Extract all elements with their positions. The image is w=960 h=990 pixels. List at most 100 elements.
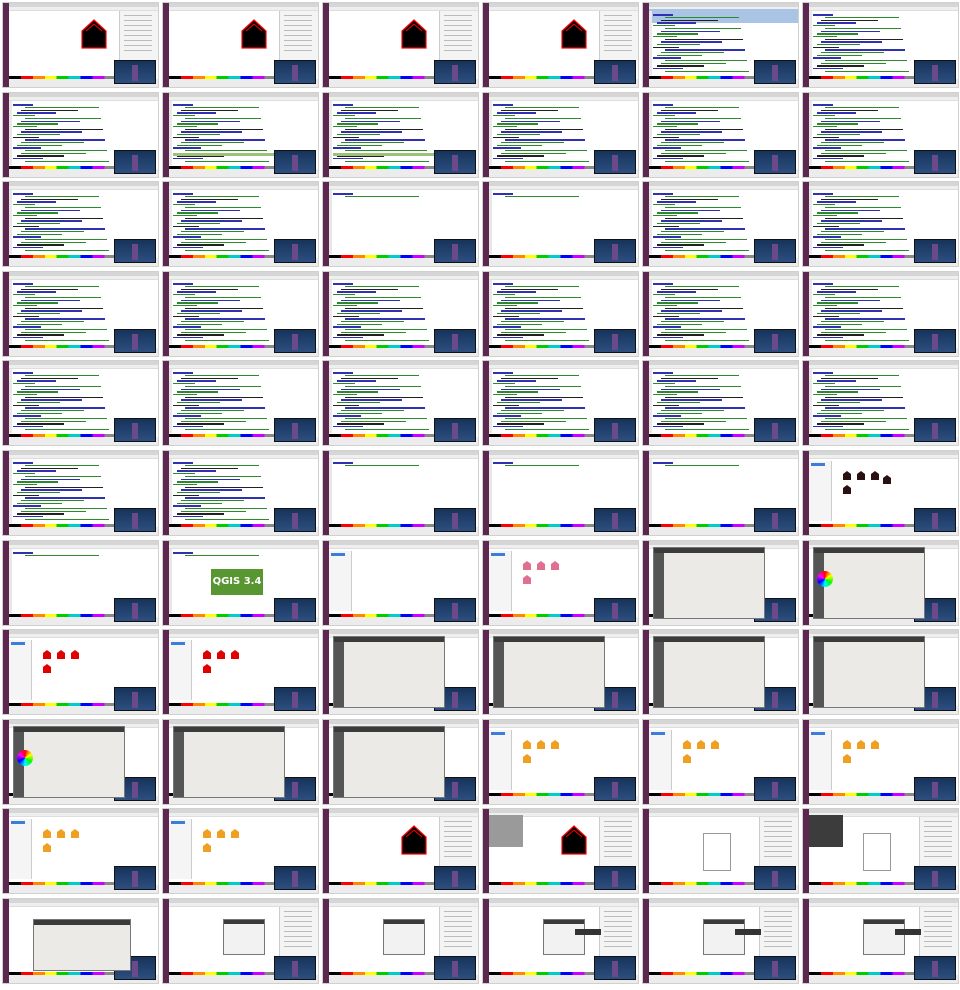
screenshot-thumbnail[interactable] xyxy=(802,181,959,267)
code-editor[interactable] xyxy=(653,192,754,252)
symbol-selector-dialog[interactable] xyxy=(653,547,765,619)
code-editor[interactable] xyxy=(813,371,914,431)
layers-panel[interactable] xyxy=(809,461,832,521)
menu-bar[interactable] xyxy=(169,634,318,638)
screenshot-thumbnail[interactable] xyxy=(162,2,319,88)
code-editor[interactable] xyxy=(493,461,594,521)
menu-bar[interactable] xyxy=(9,276,158,280)
screenshot-thumbnail[interactable] xyxy=(322,181,479,267)
context-menu[interactable] xyxy=(489,815,523,847)
menu-bar[interactable] xyxy=(649,455,798,459)
screenshot-thumbnail[interactable] xyxy=(162,271,319,357)
screenshot-thumbnail[interactable] xyxy=(802,898,959,984)
code-editor[interactable] xyxy=(13,192,114,252)
menu-bar[interactable] xyxy=(9,545,158,549)
code-editor[interactable] xyxy=(653,103,754,163)
code-editor[interactable] xyxy=(13,282,114,342)
code-editor[interactable] xyxy=(653,13,754,73)
screenshot-thumbnail[interactable] xyxy=(482,450,639,536)
symbol-selector-dialog[interactable] xyxy=(493,636,605,708)
menu-bar[interactable] xyxy=(809,7,958,11)
menu-bar[interactable] xyxy=(489,724,638,728)
preferences-dialog[interactable] xyxy=(383,919,425,955)
menu-bar[interactable] xyxy=(169,813,318,817)
launcher-bar[interactable] xyxy=(643,899,649,983)
menu-bar[interactable] xyxy=(169,97,318,101)
screenshot-thumbnail[interactable] xyxy=(322,808,479,894)
screenshot-thumbnail[interactable] xyxy=(642,808,799,894)
menu-bar[interactable] xyxy=(649,365,798,369)
menu-bar[interactable] xyxy=(489,455,638,459)
menu-bar[interactable] xyxy=(9,455,158,459)
dialog-sidebar[interactable] xyxy=(494,642,504,707)
menu-bar[interactable] xyxy=(9,634,158,638)
code-editor[interactable] xyxy=(13,461,114,521)
preferences-dialog[interactable] xyxy=(863,919,905,955)
screenshot-thumbnail[interactable] xyxy=(322,629,479,715)
code-editor[interactable] xyxy=(653,371,754,431)
dialog-sidebar[interactable] xyxy=(814,642,824,707)
dialog-sidebar[interactable] xyxy=(334,732,344,797)
dialog-sidebar[interactable] xyxy=(174,732,184,797)
launcher-bar[interactable] xyxy=(3,3,9,87)
screenshot-thumbnail[interactable] xyxy=(482,92,639,178)
color-wheel-icon[interactable] xyxy=(817,571,833,587)
color-wheel-icon[interactable] xyxy=(17,750,33,766)
symbol-selector-dialog[interactable] xyxy=(653,636,765,708)
screenshot-thumbnail[interactable] xyxy=(2,898,159,984)
code-editor[interactable] xyxy=(653,282,754,342)
menu-bar[interactable] xyxy=(809,276,958,280)
screenshot-thumbnail[interactable] xyxy=(2,92,159,178)
screenshot-thumbnail[interactable] xyxy=(162,629,319,715)
screenshot-thumbnail[interactable] xyxy=(642,181,799,267)
screenshot-thumbnail[interactable] xyxy=(162,92,319,178)
code-editor[interactable] xyxy=(493,282,594,342)
screenshot-thumbnail[interactable] xyxy=(322,450,479,536)
menu-bar[interactable] xyxy=(489,97,638,101)
launcher-bar[interactable] xyxy=(3,720,9,804)
screenshot-thumbnail[interactable] xyxy=(802,92,959,178)
screenshot-thumbnail[interactable] xyxy=(2,181,159,267)
menu-bar[interactable] xyxy=(329,545,478,549)
screenshot-thumbnail[interactable] xyxy=(482,808,639,894)
screenshot-thumbnail[interactable] xyxy=(162,719,319,805)
code-editor[interactable] xyxy=(813,192,914,252)
launcher-bar[interactable] xyxy=(323,3,329,87)
menu-bar[interactable] xyxy=(169,545,318,549)
code-editor[interactable] xyxy=(813,13,914,73)
dropdown-menu[interactable] xyxy=(809,815,843,847)
layers-panel[interactable] xyxy=(9,819,32,879)
menu-bar[interactable] xyxy=(329,97,478,101)
menu-bar[interactable] xyxy=(169,276,318,280)
screenshot-thumbnail[interactable] xyxy=(322,92,479,178)
screenshot-thumbnail[interactable] xyxy=(482,181,639,267)
menu-bar[interactable] xyxy=(169,186,318,190)
code-editor[interactable] xyxy=(333,192,434,252)
screenshot-thumbnail[interactable] xyxy=(322,540,479,626)
code-editor[interactable] xyxy=(493,192,594,252)
launcher-bar[interactable] xyxy=(643,809,649,893)
menu-bar[interactable] xyxy=(489,276,638,280)
menu-bar[interactable] xyxy=(9,813,158,817)
screenshot-thumbnail[interactable] xyxy=(2,2,159,88)
screenshot-thumbnail[interactable] xyxy=(322,2,479,88)
screenshot-thumbnail[interactable] xyxy=(482,271,639,357)
screenshot-thumbnail[interactable] xyxy=(802,2,959,88)
layers-panel[interactable] xyxy=(489,551,512,611)
menu-bar[interactable] xyxy=(169,455,318,459)
menu-bar[interactable] xyxy=(329,276,478,280)
menu-bar[interactable] xyxy=(329,455,478,459)
code-editor[interactable] xyxy=(813,103,914,163)
screenshot-thumbnail[interactable] xyxy=(642,450,799,536)
screenshot-thumbnail[interactable] xyxy=(642,271,799,357)
screenshot-thumbnail[interactable] xyxy=(482,2,639,88)
code-editor[interactable] xyxy=(333,461,434,521)
code-editor[interactable] xyxy=(13,103,114,163)
screenshot-thumbnail[interactable] xyxy=(162,450,319,536)
launcher-bar[interactable] xyxy=(3,899,9,983)
layers-panel[interactable] xyxy=(329,551,352,611)
menu-bar[interactable] xyxy=(809,455,958,459)
launcher-bar[interactable] xyxy=(163,899,169,983)
code-editor[interactable] xyxy=(173,192,274,252)
preferences-dialog[interactable] xyxy=(223,919,265,955)
